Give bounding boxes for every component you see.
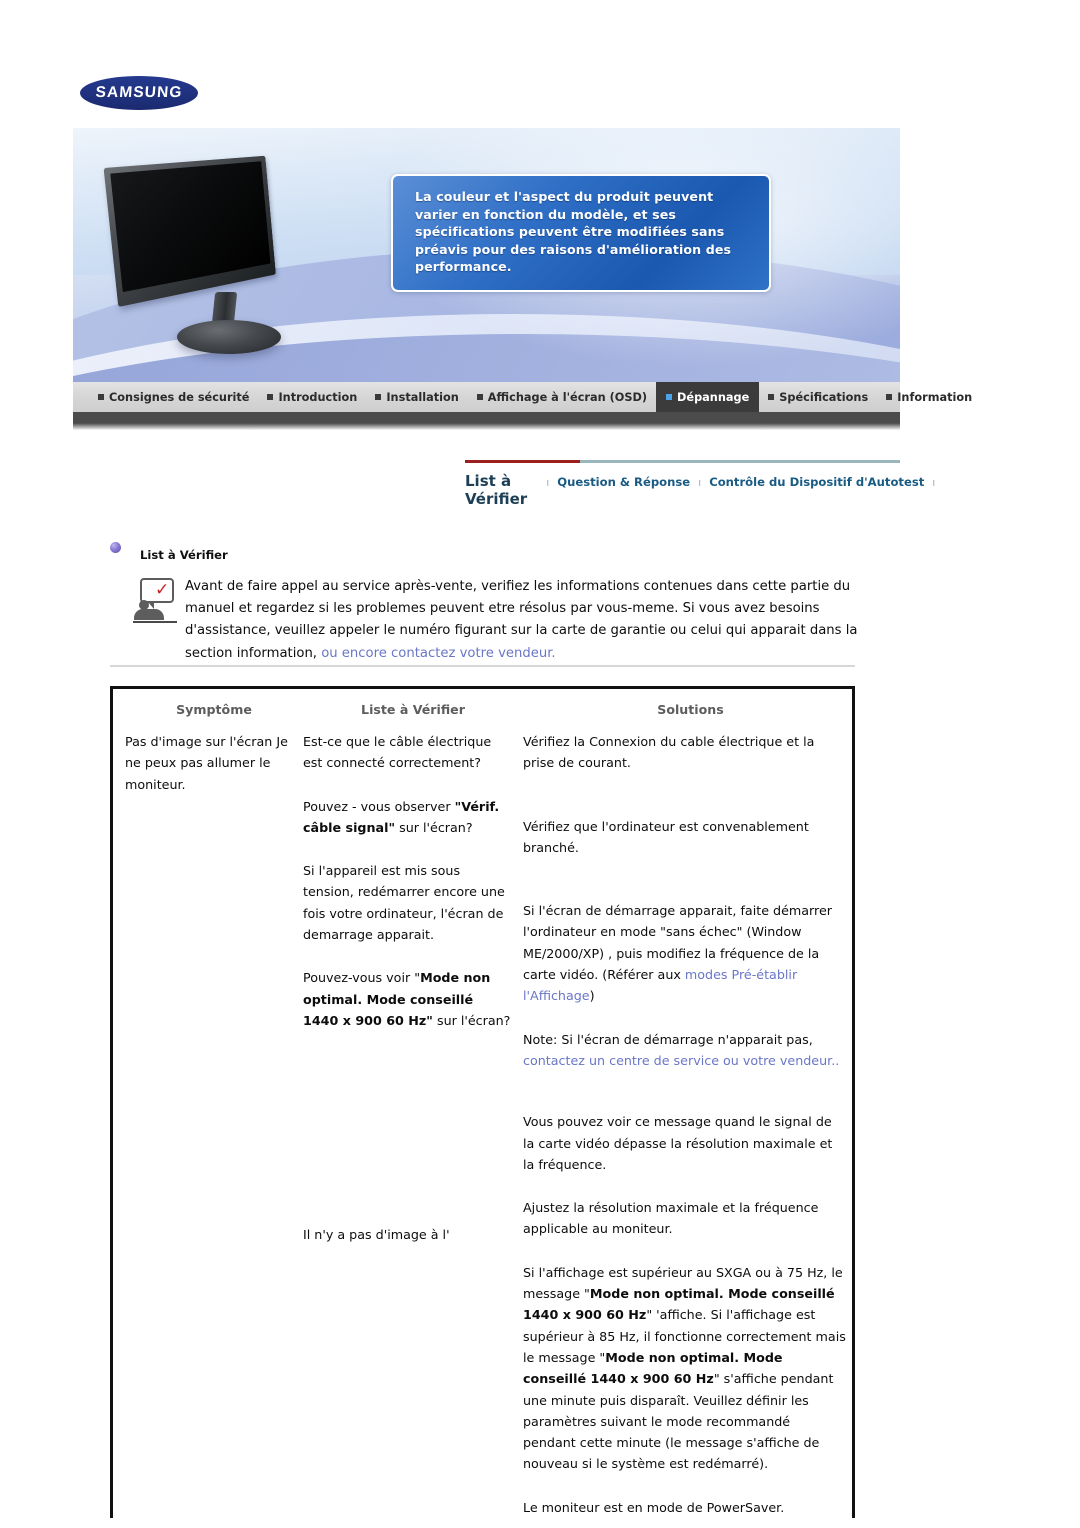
subnav-item-question-reponse[interactable]: Question & Réponse	[557, 475, 690, 489]
checkmark-icon: ✓	[155, 582, 172, 598]
check-item-4-pre: Pouvez-vous voir "	[303, 970, 420, 985]
symptom-text: Pas d'image sur l'écran Je ne peux pas a…	[125, 731, 291, 795]
table-header-row: Symptôme Liste à Vérifier Solutions	[113, 689, 858, 731]
intro-vendor-link[interactable]: ou encore contactez votre vendeur.	[321, 646, 555, 661]
table-top-rule	[110, 665, 855, 667]
bullet-square-icon	[886, 394, 892, 400]
nav-item-affichage-osd[interactable]: Affichage à l'écran (OSD)	[468, 382, 656, 412]
section-bullet-icon	[110, 542, 121, 553]
check-item-2: Pouvez - vous observer "Vérif. câble sig…	[303, 796, 511, 839]
nav-item-depannage[interactable]: Dépannage	[656, 382, 759, 412]
main-navigation-bar[interactable]: Consignes de sécurité Introduction Insta…	[73, 382, 900, 412]
nav-item-label: Information	[897, 391, 972, 404]
nav-item-label: Dépannage	[677, 391, 749, 404]
samsung-logo: SAMSUNG	[80, 76, 198, 110]
product-banner: La couleur et l'aspect du produit peuven…	[73, 128, 900, 382]
person-body-icon	[134, 609, 164, 620]
monitor-illustration	[101, 160, 371, 366]
product-notice-box: La couleur et l'aspect du produit peuven…	[391, 174, 771, 292]
subnav-separator: ı	[690, 476, 709, 489]
nav-item-label: Installation	[386, 391, 458, 404]
solution-4-link[interactable]: contactez un centre de service ou votre …	[523, 1053, 839, 1068]
solution-4-note: Note: Si l'écran de démarrage n'apparait…	[523, 1029, 846, 1072]
solution-1: Vérifiez la Connexion du cable électriqu…	[523, 731, 846, 774]
nav-item-introduction[interactable]: Introduction	[258, 382, 366, 412]
column-header-solutions: Solutions	[523, 689, 858, 731]
person-desk-icon	[133, 621, 177, 623]
nav-item-label: Introduction	[278, 391, 357, 404]
solution-7: Si l'affichage est supérieur au SXGA ou …	[523, 1262, 846, 1475]
nav-item-consignes-de-securite[interactable]: Consignes de sécurité	[89, 382, 258, 412]
bullet-square-icon	[98, 394, 104, 400]
subnav-separator: ı	[924, 476, 943, 489]
solution-3: Si l'écran de démarrage apparait, faite …	[523, 900, 846, 1006]
check-item-4-post: sur l'écran?	[433, 1013, 511, 1028]
sub-navigation-active-marker	[465, 460, 580, 463]
bullet-square-icon-active	[666, 394, 672, 400]
bullet-square-icon	[375, 394, 381, 400]
bullet-square-icon	[768, 394, 774, 400]
monitor-panel	[104, 156, 276, 307]
logo-wordmark: SAMSUNG	[79, 76, 199, 110]
nav-item-information[interactable]: Information	[877, 382, 981, 412]
check-item-4: Pouvez-vous voir "Mode non optimal. Mode…	[303, 967, 511, 1031]
check-item-2-post: sur l'écran?	[395, 820, 473, 835]
monitor-screen	[110, 161, 270, 292]
solution-6: Ajustez la résolution maximale et la fré…	[523, 1197, 846, 1240]
cell-solutions: Vérifiez la Connexion du cable électriqu…	[523, 731, 858, 1518]
solution-5: Vous pouvez voir ce message quand le sig…	[523, 1111, 846, 1175]
cell-checklist: Est-ce que le câble électrique est conne…	[303, 731, 523, 1518]
column-header-symptome: Symptôme	[113, 689, 303, 731]
nav-item-label: Spécifications	[779, 391, 868, 404]
solution-8: Le moniteur est en mode de PowerSaver.	[523, 1497, 846, 1518]
check-item-5: Il n'y a pas d'image à l'	[303, 1224, 511, 1245]
sub-navigation-rule	[465, 460, 900, 463]
check-item-3: Si l'appareil est mis sous tension, redé…	[303, 860, 511, 945]
section-title: List à Vérifier	[140, 548, 228, 562]
table-row: Pas d'image sur l'écran Je ne peux pas a…	[113, 731, 858, 1518]
product-notice-text: La couleur et l'aspect du produit peuven…	[415, 188, 753, 276]
bullet-square-icon	[477, 394, 483, 400]
solution-4-pre: Note: Si l'écran de démarrage n'apparait…	[523, 1032, 813, 1047]
checklist-person-icon: ✓	[133, 578, 179, 626]
troubleshooting-table: Symptôme Liste à Vérifier Solutions Pas …	[110, 686, 855, 1518]
subnav-separator: ı	[538, 476, 557, 489]
subnav-item-controle-autotest[interactable]: Contrôle du Dispositif d'Autotest	[709, 475, 924, 489]
section-intro-paragraph: Avant de faire appel au service après-ve…	[185, 576, 870, 665]
monitor-stand-base	[177, 320, 281, 354]
check-item-1: Est-ce que le câble électrique est conne…	[303, 731, 511, 774]
nav-item-installation[interactable]: Installation	[366, 382, 467, 412]
solution-7-c: " s'affiche pendant une minute puis disp…	[523, 1371, 833, 1471]
solution-3-post: )	[590, 988, 595, 1003]
bullet-square-icon	[267, 394, 273, 400]
column-header-liste-a-verifier: Liste à Vérifier	[303, 689, 523, 731]
nav-item-label: Affichage à l'écran (OSD)	[488, 391, 647, 404]
navigation-shadow-fade	[73, 412, 900, 423]
solution-2: Vérifiez que l'ordinateur est convenable…	[523, 816, 846, 859]
cell-symptome: Pas d'image sur l'écran Je ne peux pas a…	[113, 731, 303, 1518]
subnav-item-list-a-verifier[interactable]: List à Vérifier	[465, 472, 538, 508]
check-item-2-pre: Pouvez - vous observer	[303, 799, 455, 814]
nav-item-specifications[interactable]: Spécifications	[759, 382, 877, 412]
navigation-shadow-strip	[73, 412, 900, 430]
sub-navigation[interactable]: List à Vérifier ı Question & Réponse ı C…	[465, 460, 900, 508]
nav-item-label: Consignes de sécurité	[109, 391, 249, 404]
